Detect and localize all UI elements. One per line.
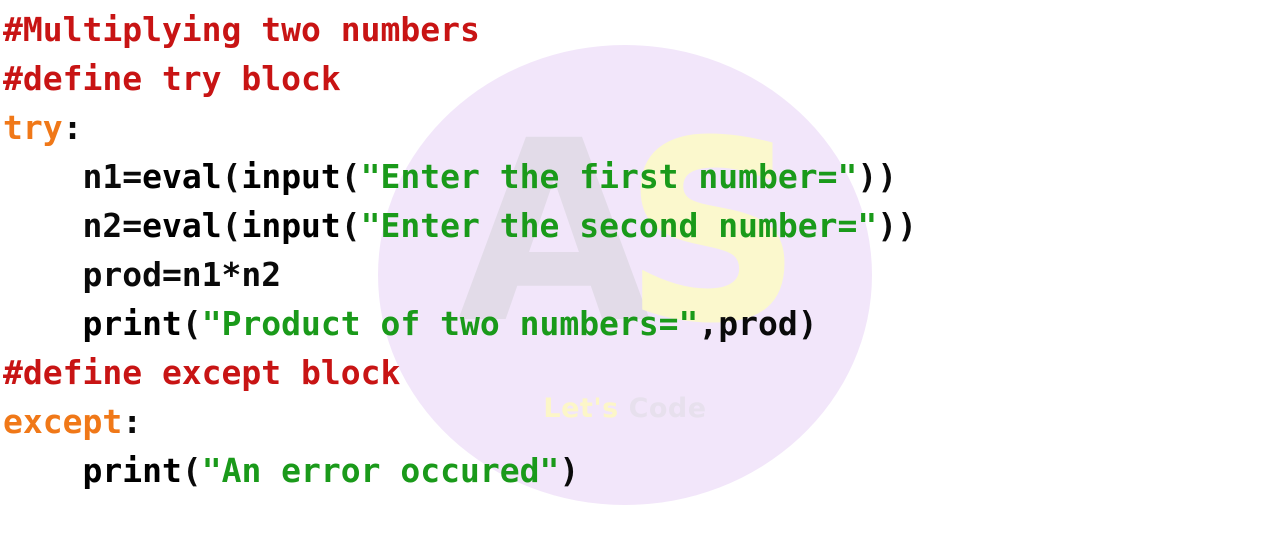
code-token-plain: prod=n1*n2 xyxy=(3,255,282,294)
code-token-string: "Enter the second number=" xyxy=(360,206,878,245)
code-line: try: xyxy=(3,103,917,152)
code-token-plain: n2= xyxy=(82,206,143,245)
code-line: print("Product of two numbers=",prod) xyxy=(3,299,917,348)
code-token-plain: : xyxy=(62,108,83,147)
code-token-keyword: except xyxy=(3,402,123,441)
code-line: #Multiplying two numbers xyxy=(3,5,917,54)
code-line: n1=eval(input("Enter the first number=")… xyxy=(3,152,917,201)
code-line: print("An error occured") xyxy=(3,446,917,495)
code-token-function: print xyxy=(82,304,182,343)
code-token-plain: ( xyxy=(181,304,202,343)
code-token-plain: )) xyxy=(877,206,917,245)
code-token-function: print xyxy=(82,451,182,490)
code-token-plain: )) xyxy=(857,157,898,196)
code-token-function: input xyxy=(241,157,341,196)
code-token-plain: ( xyxy=(340,157,361,196)
code-token-plain: n1= xyxy=(82,157,143,196)
code-token-plain: ) xyxy=(559,451,580,490)
code-token-comment: #Multiplying two numbers xyxy=(3,10,480,49)
code-token-string: "Product of two numbers=" xyxy=(201,304,699,343)
code-line: prod=n1*n2 xyxy=(3,250,917,299)
code-token-comment: #define try block xyxy=(3,59,341,98)
code-token-comment: #define except block xyxy=(3,353,401,392)
code-token-function: eval xyxy=(142,157,222,196)
code-token-string: "Enter the first number=" xyxy=(360,157,858,196)
code-token-plain: : xyxy=(122,402,143,441)
code-line: except: xyxy=(3,397,917,446)
code-token-plain: ( xyxy=(340,206,361,245)
code-line: n2=eval(input("Enter the second number="… xyxy=(3,201,917,250)
code-line: #define except block xyxy=(3,348,917,397)
code-token-string: "An error occured" xyxy=(201,451,560,490)
code-block: #Multiplying two numbers #define try bloc… xyxy=(3,5,917,495)
code-token-plain: ( xyxy=(221,206,242,245)
code-token-function: eval xyxy=(142,206,222,245)
code-token-keyword: try xyxy=(3,108,63,147)
code-token-plain: ( xyxy=(181,451,202,490)
code-snippet-image: AS Let's Code #Multiplying two numbers #d… xyxy=(0,0,1285,533)
code-line: #define try block xyxy=(3,54,917,103)
code-token-plain: ( xyxy=(221,157,242,196)
code-token-function: input xyxy=(241,206,341,245)
code-token-plain: ,prod) xyxy=(698,304,818,343)
